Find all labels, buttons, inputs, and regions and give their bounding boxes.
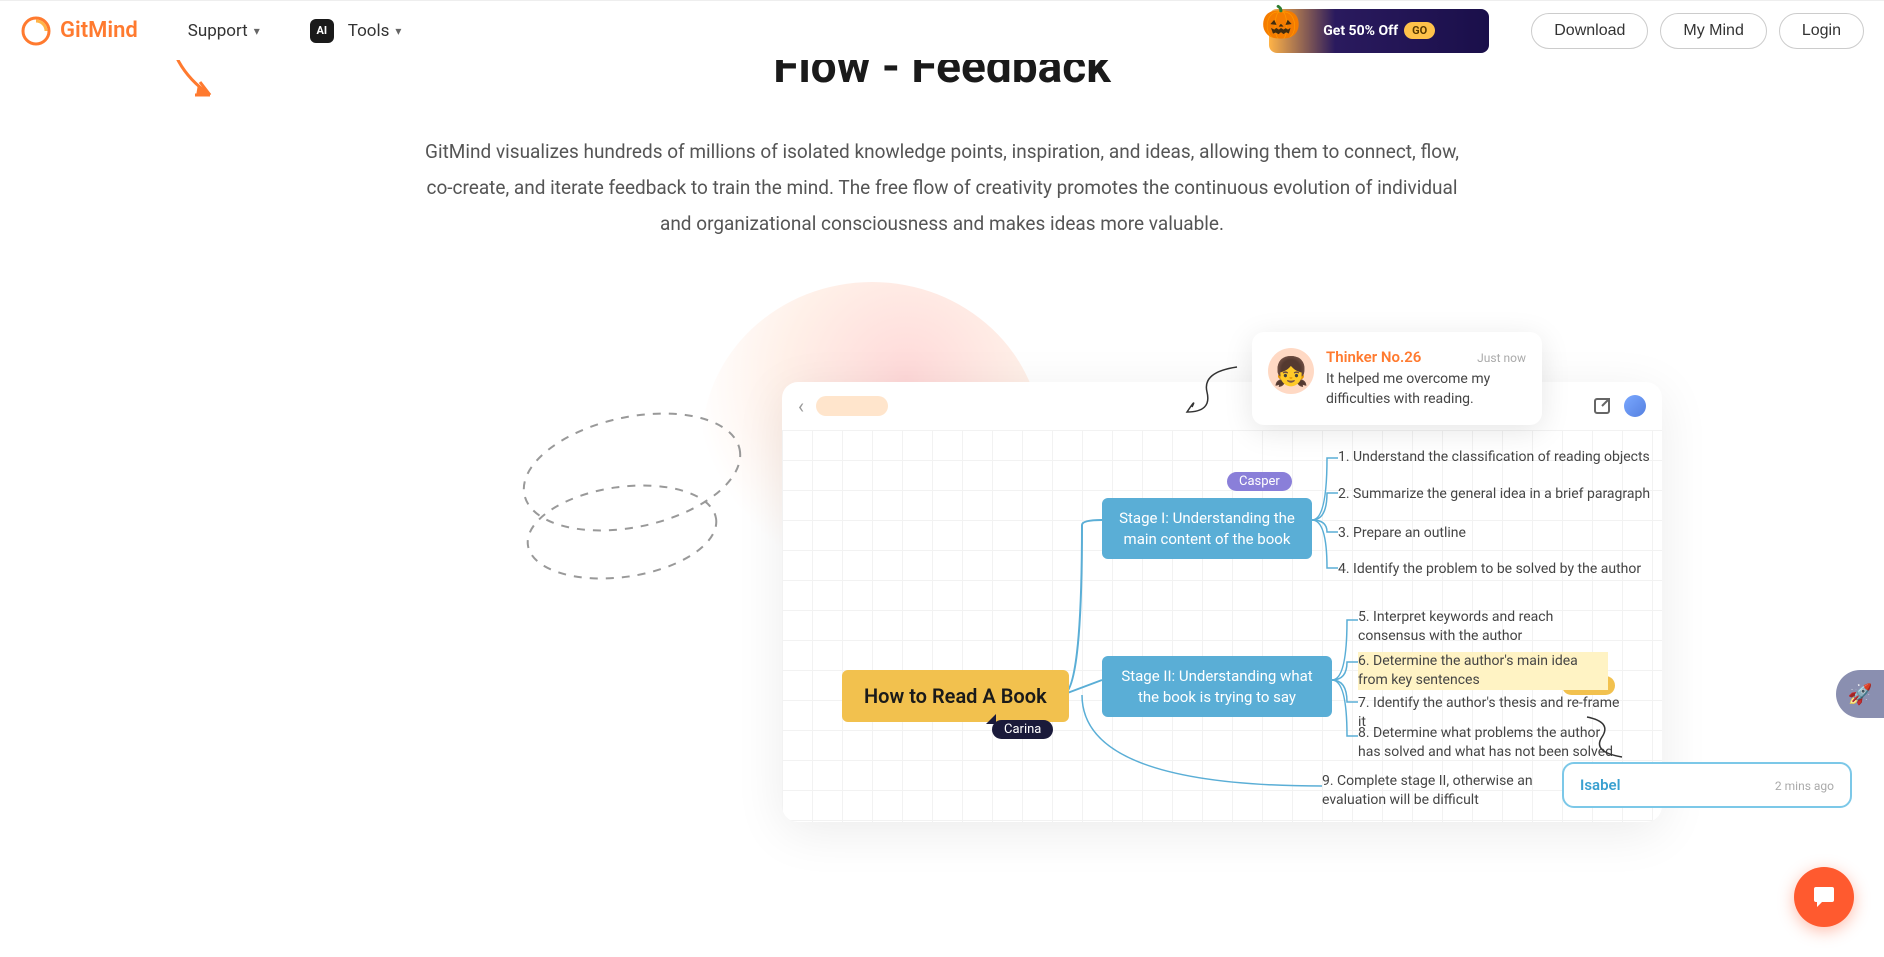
comment-author: Isabel [1580,776,1621,794]
mindmap-leaf[interactable]: 4. Identify the problem to be solved by … [1338,560,1641,579]
chevron-down-icon: ▾ [395,24,401,38]
promo-text: Get 50% Off [1323,23,1398,39]
mindmap-root-node[interactable]: How to Read A Book [842,670,1069,722]
logo-text: GitMind [60,18,138,43]
mindmap-leaf[interactable]: 8. Determine what problems the author ha… [1358,724,1618,762]
curly-line-2 [1582,712,1632,762]
promo-go: GO [1404,22,1435,39]
mindmap-node-stage2[interactable]: Stage II: Understanding what the book is… [1102,656,1332,717]
page-description: GitMind visualizes hundreds of millions … [392,134,1492,242]
nav-support[interactable]: Support ▾ [188,21,260,41]
doc-title-placeholder[interactable] [816,396,888,416]
mindmap-leaf[interactable]: 5. Interpret keywords and reach consensu… [1358,608,1618,646]
comment-time: 2 mins ago [1775,779,1834,793]
avatar: 👧 [1268,348,1314,394]
user-avatar[interactable] [1624,395,1646,417]
mindmap-leaf[interactable]: 1. Understand the classification of read… [1338,448,1650,467]
mindmap-leaf[interactable]: 9. Complete stage II, otherwise an evalu… [1322,772,1542,810]
login-button[interactable]: Login [1779,13,1864,49]
collaborator-tag-casper: Casper [1227,472,1292,491]
comment-card-1: 👧 Thinker No.26 Just now It helped me ov… [1252,332,1542,425]
chat-icon [1810,883,1838,911]
ai-badge: AI [310,19,334,43]
nav-tools-label: Tools [348,21,390,41]
scribble-decoration [512,382,792,602]
chevron-down-icon: ▾ [254,24,260,38]
logo[interactable]: GitMind [20,15,138,47]
share-icon[interactable] [1592,396,1612,416]
mindmap-leaf[interactable]: 3. Prepare an outline [1338,524,1466,543]
comment-time: Just now [1477,351,1526,365]
comment-card-2: Isabel 2 mins ago [1562,762,1852,808]
comment-text: It helped me overcome my difficulties wi… [1326,370,1526,409]
comment-author: Thinker No.26 [1326,348,1421,366]
editor-card: ‹ [782,382,1662,822]
logo-icon [20,15,52,47]
mindmap-leaf[interactable]: 2. Summarize the general idea in a brief… [1338,485,1650,504]
collaborator-tag-carina: Carina [992,720,1053,739]
curly-line-1 [1182,362,1252,422]
main-content: Flow - Feedback GitMind visualizes hundr… [392,0,1492,822]
nav-support-label: Support [188,21,248,41]
back-icon[interactable]: ‹ [798,394,804,418]
header: GitMind Support ▾ AI Tools ▾ Get 50% Off… [0,0,1884,60]
mindmap-node-stage1[interactable]: Stage I: Understanding the main content … [1102,498,1312,559]
mindmap-canvas[interactable]: How to Read A Book Casper Stage I: Under… [782,430,1662,822]
illustration-area: 👧 Thinker No.26 Just now It helped me ov… [392,302,1492,822]
promo-banner[interactable]: Get 50% Off GO [1269,9,1489,53]
mindmap-leaf[interactable]: 6. Determine the author's main idea from… [1358,652,1608,690]
nav-tools[interactable]: AI Tools ▾ [310,19,402,43]
download-button[interactable]: Download [1531,13,1648,49]
mymind-button[interactable]: My Mind [1660,13,1766,49]
chat-button[interactable] [1794,867,1854,927]
rocket-button[interactable]: 🚀 [1836,670,1884,718]
